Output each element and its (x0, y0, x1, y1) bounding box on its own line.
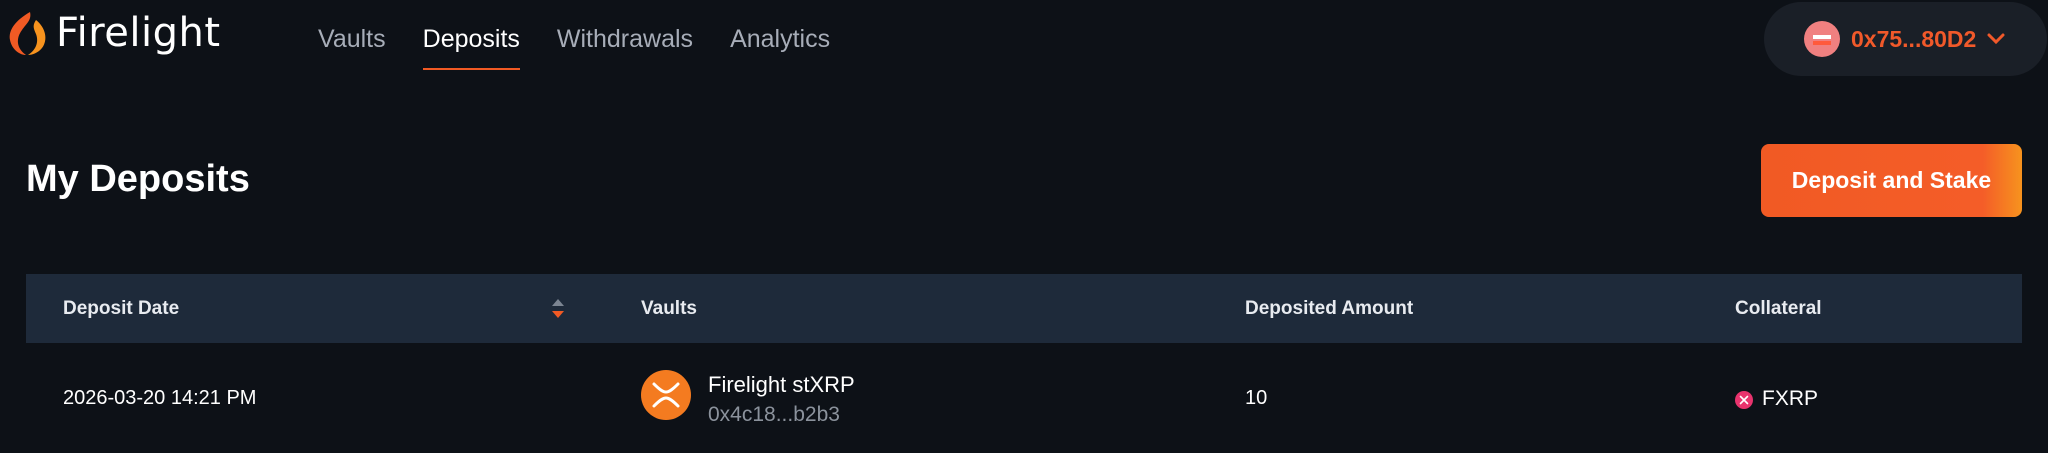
table-header: Deposit Date Vaults Deposited Amount Col… (26, 274, 2022, 343)
page-title: My Deposits (26, 158, 250, 200)
nav-item-analytics[interactable]: Analytics (730, 22, 830, 70)
nav-item-withdrawals[interactable]: Withdrawals (557, 22, 693, 70)
brand-logo[interactable]: Firelight (6, 8, 221, 58)
wallet-avatar-icon (1804, 21, 1840, 57)
chevron-down-icon (1987, 33, 2005, 45)
nav-item-vaults[interactable]: Vaults (318, 22, 386, 70)
vault-name[interactable]: Firelight stXRP (708, 372, 855, 398)
xrp-icon (641, 370, 691, 420)
flame-logo-icon (9, 12, 46, 55)
column-header-collateral: Collateral (1735, 298, 1822, 319)
column-header-deposit-date[interactable]: Deposit Date (63, 274, 179, 343)
deposit-and-stake-button[interactable]: Deposit and Stake (1761, 144, 2022, 217)
top-navigation-bar: Firelight Vaults Deposits Withdrawals An… (0, 0, 2048, 78)
wallet-address: 0x75...80D2 (1851, 25, 1977, 52)
vault-address[interactable]: 0x4c18...b2b3 (708, 403, 840, 427)
nav-item-deposits[interactable]: Deposits (422, 22, 521, 70)
wallet-menu-button[interactable]: 0x75...80D2 (1764, 2, 2047, 76)
brand-name: Firelight (56, 10, 221, 56)
deposit-date-cell: 2026-03-20 14:21 PM (63, 387, 257, 409)
collateral-cell: FXRP (1762, 387, 1819, 410)
column-header-deposited-amount: Deposited Amount (1245, 298, 1414, 319)
deposited-amount-cell: 10 (1245, 387, 1268, 409)
table-row[interactable]: 2026-03-20 14:21 PM Firelight stXRP 0x4c… (26, 343, 2022, 453)
sort-icon[interactable] (550, 296, 566, 322)
main-nav: Vaults Deposits Withdrawals Analytics (318, 22, 830, 70)
fxrp-token-icon (1735, 391, 1753, 409)
deposits-table: Deposit Date Vaults Deposited Amount Col… (26, 274, 2022, 453)
column-header-vaults: Vaults (641, 298, 697, 319)
